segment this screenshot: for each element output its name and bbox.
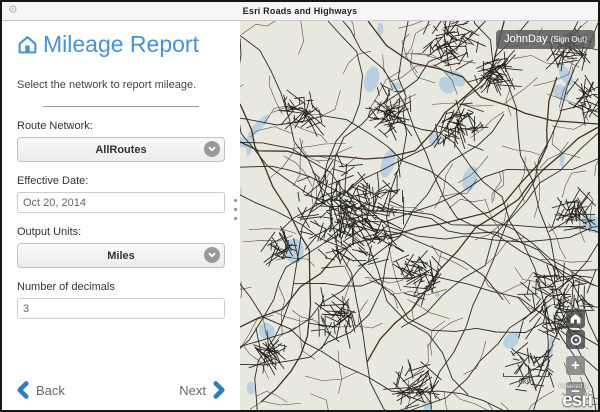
esri-logo: esri (562, 390, 592, 411)
output-units-value: Miles (107, 250, 135, 262)
divider (43, 106, 199, 107)
basemap-roads (240, 21, 598, 411)
app-title: Esri Roads and Highways (243, 6, 358, 16)
chevron-left-icon (16, 381, 29, 399)
panel-resize-handle[interactable] (232, 197, 239, 222)
map-view[interactable]: JohnDay (Sign Out) (240, 21, 598, 411)
chevron-right-icon (213, 381, 226, 399)
next-button[interactable]: Next (179, 381, 226, 399)
home-icon (569, 312, 582, 325)
locate-icon (569, 333, 583, 347)
page-title: Mileage Report (17, 31, 225, 58)
route-network-label: Route Network: (17, 120, 225, 132)
user-badge[interactable]: JohnDay (Sign Out) (496, 30, 595, 49)
route-network-dropdown[interactable]: AllRoutes (17, 137, 225, 162)
scale-bar: 6km (503, 373, 549, 386)
locate-button[interactable] (566, 330, 585, 349)
home-icon (17, 34, 38, 55)
instruction-text: Select the network to report mileage. (17, 79, 225, 91)
chevron-down-icon (204, 141, 220, 157)
back-button[interactable]: Back (16, 381, 65, 399)
gear-icon[interactable]: ⚙ (8, 3, 18, 18)
wizard-footer: Back Next (2, 369, 240, 411)
page-title-text: Mileage Report (43, 31, 199, 58)
back-label: Back (36, 383, 65, 398)
output-units-label: Output Units: (17, 226, 225, 238)
esri-attribution: Powered by esri (558, 384, 592, 410)
output-units-dropdown[interactable]: Miles (17, 243, 225, 268)
next-label: Next (179, 383, 206, 398)
app-window: ⚙ Esri Roads and Highways Mileage Report… (0, 0, 600, 412)
effective-date-label: Effective Date: (17, 175, 225, 187)
mileage-report-panel: Mileage Report Select the network to rep… (2, 21, 240, 411)
chevron-down-icon (204, 247, 220, 263)
user-name: JohnDay (504, 33, 547, 45)
effective-date-input[interactable] (17, 192, 225, 213)
home-extent-button[interactable] (566, 309, 585, 328)
titlebar: ⚙ Esri Roads and Highways (2, 2, 598, 21)
zoom-in-button[interactable]: + (566, 356, 585, 375)
decimals-input[interactable] (17, 298, 225, 319)
sign-out-link[interactable]: (Sign Out) (551, 35, 587, 44)
plus-icon: + (571, 358, 580, 373)
decimals-label: Number of decimals (17, 281, 225, 293)
route-network-value: AllRoutes (95, 144, 146, 156)
scale-label: 6km (503, 377, 549, 386)
